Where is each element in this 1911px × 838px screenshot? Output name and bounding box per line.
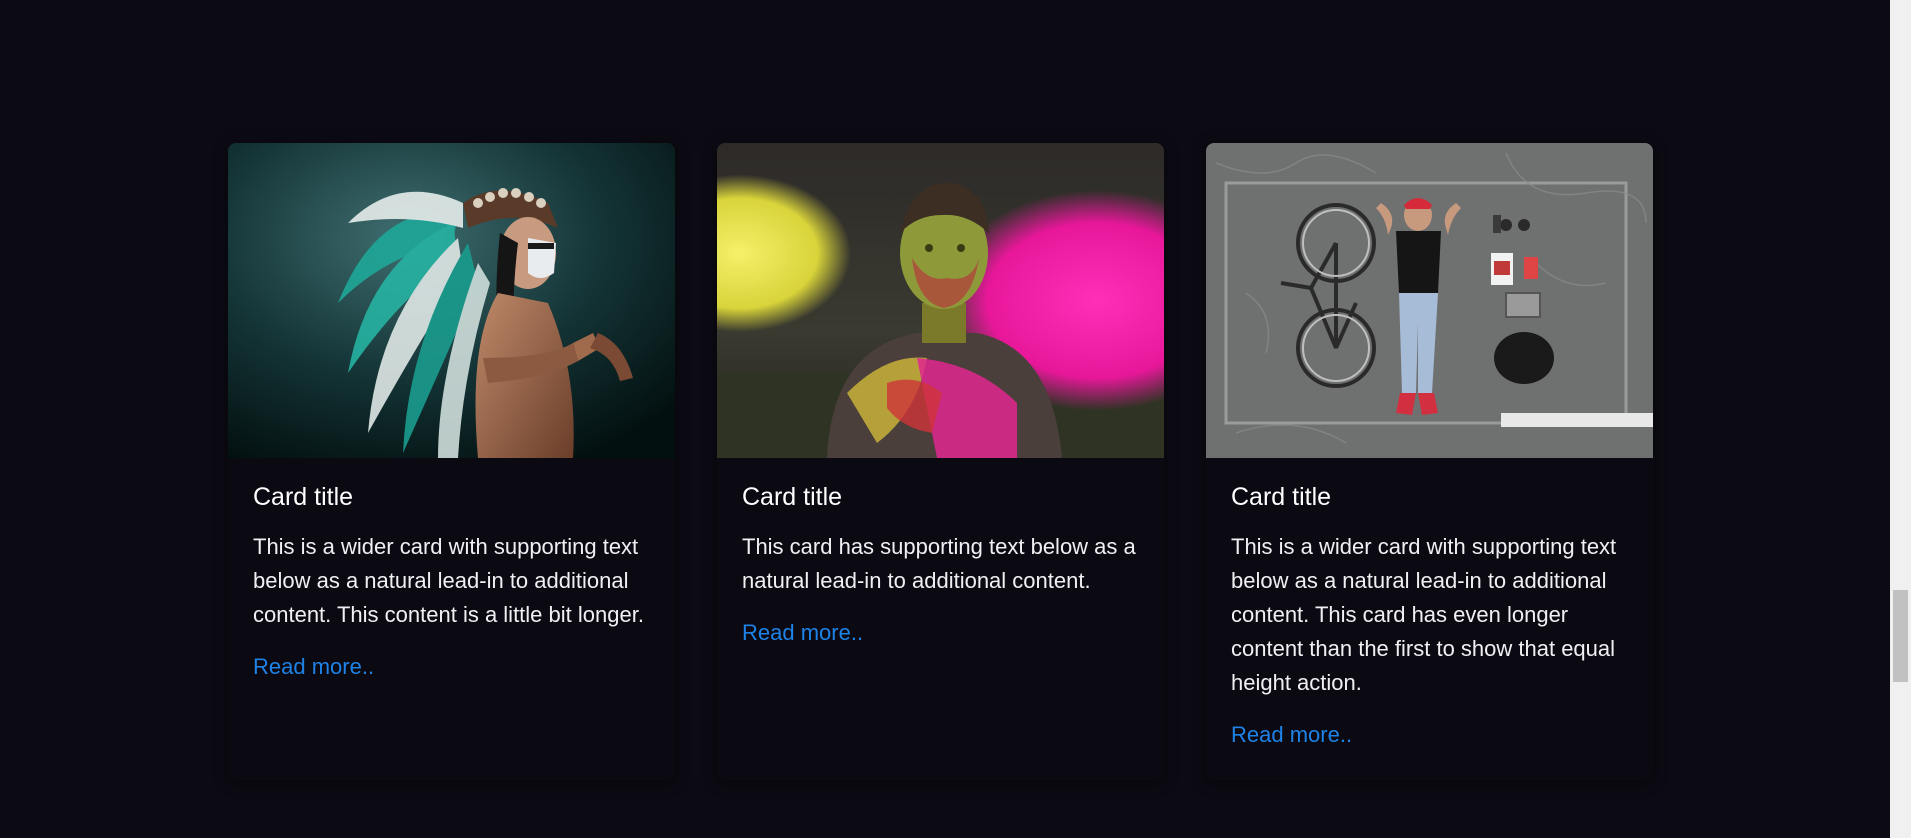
headdress-photo: [228, 143, 675, 458]
card-body: Card title This card has supporting text…: [717, 458, 1164, 650]
color-powder-photo: [717, 143, 1164, 458]
bicycle-flatlay-photo: [1206, 143, 1653, 458]
card-title: Card title: [1231, 483, 1332, 511]
card-image-headdress: [228, 143, 675, 458]
vertical-scrollbar[interactable]: [1890, 0, 1911, 838]
card: Card title This is a wider card with sup…: [1206, 143, 1653, 780]
card-image-color-powder: [717, 143, 1164, 458]
read-more-link[interactable]: Read more..: [742, 620, 863, 645]
scrollbar-thumb[interactable]: [1893, 590, 1908, 682]
page: Card title This is a wider card with sup…: [0, 0, 1911, 838]
card-group: Card title This is a wider card with sup…: [228, 143, 1653, 780]
card-text: This is a wider card with supporting tex…: [253, 534, 644, 627]
card-title: Card title: [253, 483, 354, 511]
card-body: Card title This is a wider card with sup…: [228, 458, 675, 684]
read-more-link[interactable]: Read more..: [1231, 722, 1352, 747]
card-body: Card title This is a wider card with sup…: [1206, 458, 1653, 752]
card-text: This card has supporting text below as a…: [742, 534, 1136, 593]
card-title: Card title: [742, 483, 843, 511]
card: Card title This card has supporting text…: [717, 143, 1164, 780]
card: Card title This is a wider card with sup…: [228, 143, 675, 780]
card-text: This is a wider card with supporting tex…: [1231, 534, 1617, 695]
card-image-bicycle: [1206, 143, 1653, 458]
read-more-link[interactable]: Read more..: [253, 654, 374, 679]
